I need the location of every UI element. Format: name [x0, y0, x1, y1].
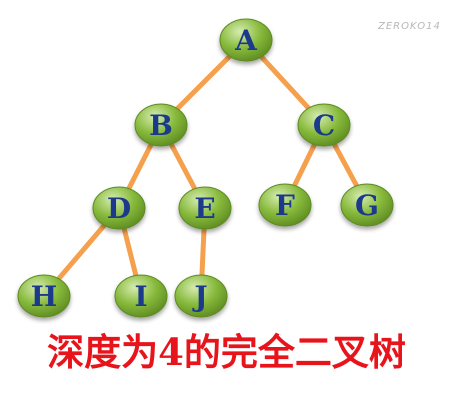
- tree-node-j: J: [174, 274, 228, 318]
- node-label: A: [234, 24, 258, 57]
- tree-node-e: E: [178, 186, 232, 230]
- node-label: I: [134, 280, 147, 313]
- diagram-caption: 深度为4的完全二叉树: [47, 330, 406, 374]
- edges-layer: [41, 37, 370, 299]
- node-label: F: [275, 189, 295, 222]
- node-label: D: [107, 192, 131, 225]
- node-label: G: [355, 189, 379, 222]
- tree-node-f: F: [258, 183, 312, 227]
- tree-node-a: A: [219, 18, 273, 62]
- binary-tree-diagram: A B C D E F G H I J ZEROKO14 深度为4的完全二叉树: [0, 0, 453, 400]
- tree-node-g: G: [340, 183, 394, 227]
- tree-node-i: I: [114, 274, 168, 318]
- node-label: J: [191, 280, 207, 313]
- tree-node-c: C: [297, 103, 351, 147]
- node-label: E: [194, 192, 215, 225]
- node-label: H: [31, 280, 57, 313]
- tree-node-d: D: [92, 186, 146, 230]
- node-label: C: [313, 109, 335, 142]
- node-label: B: [149, 109, 173, 142]
- tree-node-b: B: [134, 103, 188, 147]
- watermark: ZEROKO14: [378, 21, 441, 32]
- tree-node-h: H: [17, 274, 71, 318]
- nodes-layer: A B C D E F G H I J: [17, 18, 394, 318]
